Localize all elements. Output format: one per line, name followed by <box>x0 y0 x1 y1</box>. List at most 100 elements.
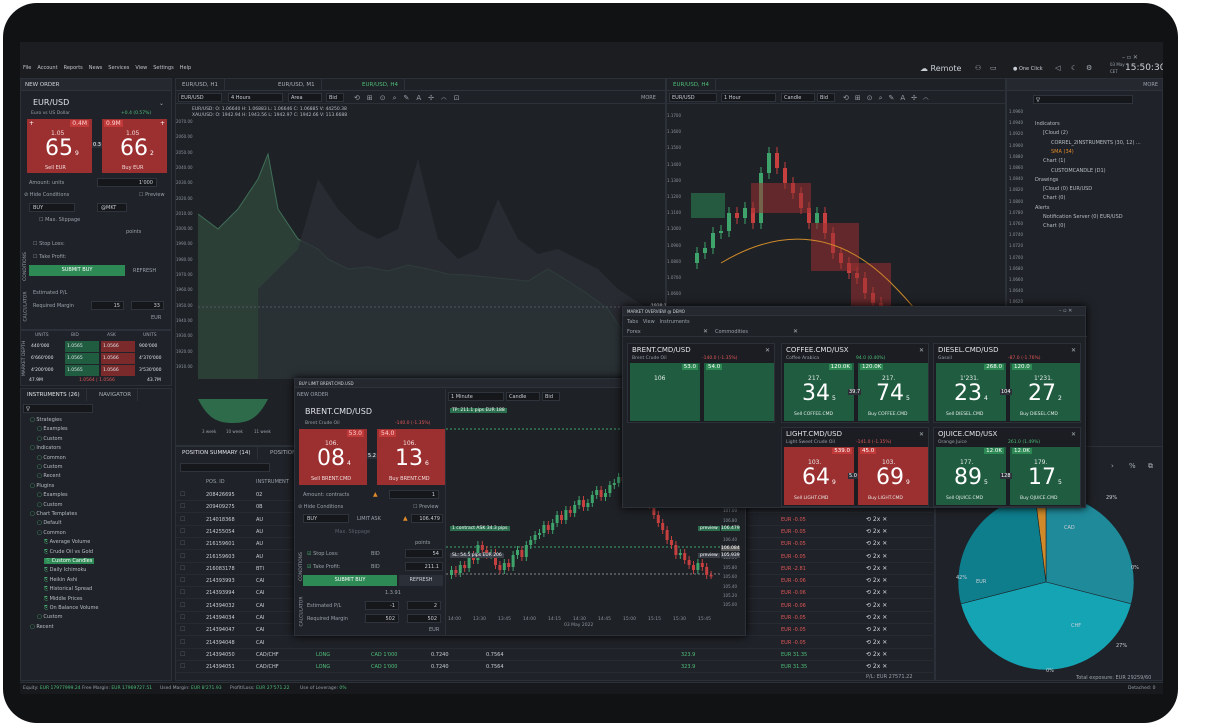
navigator-item[interactable]: Alerts <box>1035 205 1050 211</box>
navigator-item[interactable]: Notification Server (0) EUR/USD <box>1043 214 1123 220</box>
row-checkbox[interactable]: ☐ <box>180 589 185 596</box>
row-checkbox[interactable]: ☐ <box>180 651 185 658</box>
percent-icon[interactable]: % <box>1129 463 1136 470</box>
tree-item[interactable]: ⎘ Historical Spread <box>44 586 92 592</box>
take-profit-checkbox[interactable]: ☐ Take Profit: <box>33 254 66 260</box>
tile-buy-button[interactable]: 45.0 103. 69 9 Buy LIGHT.CMD <box>858 447 928 505</box>
chart1-instrument-select[interactable]: EUR/USD <box>178 93 222 102</box>
tree-item[interactable]: ⎘ Crude Oil vs Gold <box>44 549 93 555</box>
menu-tabs[interactable]: Tabs <box>627 319 638 325</box>
sell-brent-button[interactable]: 53.0 106. 08 4 Sell BRENT.CMD <box>299 429 367 485</box>
tree-item[interactable]: ⎘ Average Volume <box>44 539 90 545</box>
tile-symbol[interactable]: DIESEL.CMD/USD <box>938 346 999 354</box>
depth-row[interactable]: 4'200'000 1.0565 1.0566 3'530'000 <box>29 365 171 376</box>
overview-window-controls[interactable]: – ▫ ✕ <box>1059 308 1072 314</box>
tab-forex[interactable]: Forex <box>627 329 641 335</box>
remote-label[interactable]: ☁ Remote <box>920 64 961 73</box>
row-actions[interactable]: ⟲ 2x ✕ <box>866 516 887 523</box>
chevron-down-icon[interactable]: ⌄ <box>159 100 164 107</box>
hide-conditions-link[interactable]: ⊘ Hide Conditions <box>24 192 69 198</box>
close-icon[interactable]: ✕ <box>919 347 924 354</box>
chart2-side-select[interactable]: Bid <box>817 93 835 102</box>
brent-submit-buy[interactable]: SUBMIT BUY <box>303 575 397 586</box>
brent-rm-input-1[interactable]: 502 <box>365 614 399 623</box>
brent-amount-input[interactable]: 1 <box>389 490 439 499</box>
sl-preview[interactable]: preview <box>698 553 720 558</box>
brent-stop-loss-checkbox[interactable]: ☑ Stop Loss: <box>307 551 339 557</box>
navigator-item[interactable]: SMA (34) <box>1051 149 1074 155</box>
brent-est-input-2[interactable]: 2 <box>407 601 441 610</box>
tile-sell-button[interactable]: 539.0 103. 64 9 Sell LIGHT.CMD <box>784 447 854 505</box>
tab-eurusd-h4[interactable]: EUR/USD, H4 <box>356 79 406 90</box>
symbol-selector[interactable]: EUR/USD <box>33 98 69 107</box>
plus-icon[interactable]: + <box>160 120 165 127</box>
navigator-item[interactable]: Chart (0) <box>1043 223 1065 229</box>
row-checkbox[interactable]: ☐ <box>180 577 185 584</box>
stop-loss-checkbox[interactable]: ☐ Stop Loss: <box>33 241 65 247</box>
chart2-type-select[interactable]: Candle <box>781 93 815 102</box>
brent-sl-bid[interactable]: BID <box>371 551 380 557</box>
sell-eur-button[interactable]: + 0.4M 1.05 65 9 Sell EUR <box>27 119 92 173</box>
navigator-item[interactable]: CORREL_2INSTRUMENTS (30, 12) ... <box>1051 140 1141 146</box>
chart2-period-select[interactable]: 1 Hour <box>721 93 776 102</box>
brent-side-select[interactable]: BUY <box>303 514 349 523</box>
tree-item[interactable]: ▢ Default <box>37 520 62 526</box>
depth-row[interactable]: 440'000 1.0565 1.0566 900'000 <box>29 341 171 352</box>
tree-item[interactable]: ▢ Custom <box>37 464 62 470</box>
chart2-instrument-select[interactable]: EUR/USD <box>669 93 717 102</box>
tab-eurusd-h1[interactable]: EUR/USD, H1 <box>176 79 226 90</box>
entry-preview[interactable]: preview <box>698 526 720 531</box>
chart1-period-select[interactable]: 4 Hours <box>228 93 283 102</box>
menu-settings[interactable]: Settings <box>153 65 174 71</box>
navigator-item[interactable]: [Cloud (2) <box>1043 130 1068 136</box>
exposure-pie-chart[interactable]: 29% CAD 42% EUR 0% CHF 27% 0% <box>946 487 1146 677</box>
tp-tag[interactable]: TP: 211.1 pips EUR 188 <box>450 408 507 413</box>
price-type-select[interactable]: @MKT <box>97 203 127 212</box>
tile-symbol[interactable]: OJUICE.CMD/USX <box>938 430 997 438</box>
menu-help[interactable]: Help <box>180 65 191 71</box>
brent-preview-toggle[interactable]: ☐ Preview <box>413 504 439 510</box>
menu-reports[interactable]: Reports <box>64 65 83 71</box>
refresh-button[interactable]: REFRESH <box>133 268 156 274</box>
tab-commodities[interactable]: Commodities <box>715 329 748 335</box>
tab-eurusd-m1[interactable]: EUR/USD, M1 <box>272 79 322 90</box>
close-icon[interactable]: ✕ <box>1071 347 1076 354</box>
close-tab-icon[interactable]: ✕ <box>793 328 798 335</box>
row-checkbox[interactable]: ☐ <box>180 540 185 547</box>
tree-item[interactable]: ▢ Custom <box>37 436 62 442</box>
row-checkbox[interactable]: ☐ <box>180 503 185 510</box>
chart1-type-select[interactable]: Area <box>288 93 322 102</box>
side-select[interactable]: BUY <box>29 203 75 212</box>
chart1-side-select[interactable]: Bid <box>326 93 344 102</box>
navigator-item[interactable]: Indicators <box>1035 121 1060 127</box>
positions-filter[interactable] <box>180 463 270 472</box>
instrument-search[interactable]: ∇ <box>23 404 93 413</box>
user-icon[interactable]: ⚇ <box>975 65 981 72</box>
tree-item[interactable]: ▢ Examples <box>37 426 68 432</box>
tree-item[interactable]: ⎘ Middle Prices <box>44 596 83 602</box>
tab-position-summary[interactable]: POSITION SUMMARY (14) <box>176 447 258 459</box>
row-actions[interactable]: ⟲ 2x ✕ <box>866 553 887 560</box>
row-checkbox[interactable]: ☐ <box>180 602 185 609</box>
row-actions[interactable]: ⟲ 2x ✕ <box>866 663 887 670</box>
menu-file[interactable]: File <box>23 65 31 71</box>
sl-tag[interactable]: SL: 54.5 pips EUR 206 <box>450 553 504 558</box>
tree-item[interactable]: ▢ Chart Templates <box>30 511 77 517</box>
tree-item[interactable]: ⎘ Heikin Ashi <box>44 577 77 583</box>
table-row[interactable]: ☐ 214394048 CAI EUR -0.05 ⟲ 2x ✕ <box>176 637 936 649</box>
table-row[interactable]: ☐ 214394051 CAD/CHF LONG CAD 1'000 0.7240 0.75… <box>176 661 936 674</box>
row-actions[interactable]: ⟲ 2x ✕ <box>866 639 887 646</box>
row-checkbox[interactable]: ☐ <box>180 491 185 498</box>
one-click-toggle[interactable]: ● One Click <box>1013 66 1043 72</box>
row-checkbox[interactable]: ☐ <box>180 663 185 670</box>
window-icon[interactable]: ⧉ <box>1148 463 1153 470</box>
row-actions[interactable]: ⟲ 2x ✕ <box>866 614 887 621</box>
row-actions[interactable]: ⟲ 2x ✕ <box>866 565 887 572</box>
settings-gear-icon[interactable]: ⚙ <box>1086 65 1092 72</box>
row-actions[interactable]: ⟲ 2x ✕ <box>866 602 887 609</box>
theme-moon-icon[interactable]: ☾ <box>1071 65 1077 72</box>
submit-buy-button[interactable]: SUBMIT BUY <box>29 265 125 276</box>
chevron-right-icon[interactable]: › <box>1111 463 1114 470</box>
menu-services[interactable]: Services <box>108 65 129 71</box>
brent-refresh[interactable]: REFRESH <box>399 575 443 586</box>
